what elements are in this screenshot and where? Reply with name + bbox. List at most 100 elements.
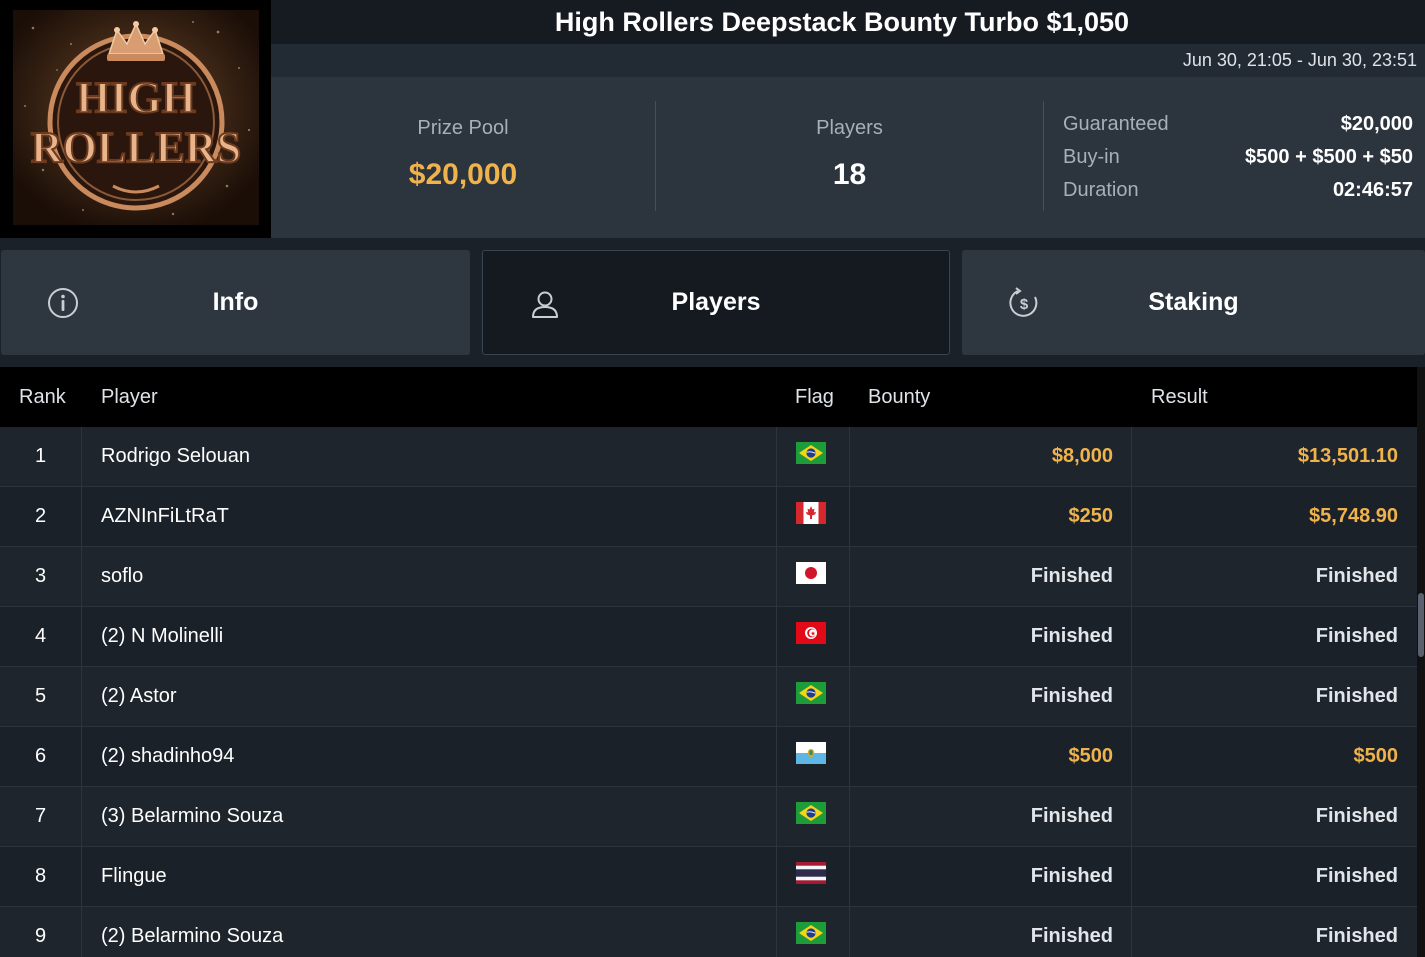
prize-pool-value: $20,000 [408, 158, 518, 191]
flag-cell [776, 487, 850, 547]
tab-players[interactable]: Players [482, 250, 950, 355]
tab-info[interactable]: Info [1, 250, 470, 355]
logo-artwork: HIGH ROLLERS [13, 10, 259, 225]
prize-pool-label: Prize Pool [417, 117, 509, 139]
player-name[interactable]: (2) Astor [101, 667, 177, 727]
player-name[interactable]: Flingue [101, 847, 167, 907]
bounty-cell: $8,000 [850, 427, 1132, 487]
table-row[interactable]: 9 (2) Belarmino Souza Finished Finished [0, 907, 1417, 957]
bounty-cell: Finished [850, 787, 1132, 847]
date-bar: Jun 30, 21:05 - Jun 30, 23:51 [271, 44, 1425, 77]
tab-info-label: Info [212, 288, 259, 316]
flag-cell [776, 547, 850, 607]
result-cell: Finished [1315, 565, 1398, 587]
rank-cell: 1 [0, 427, 82, 487]
flag-cell [776, 727, 850, 787]
thailand-flag [796, 862, 826, 884]
bounty-cell: Finished [850, 667, 1132, 727]
table-row[interactable]: 5 (2) Astor Finished Finished [0, 667, 1417, 727]
table-row[interactable]: 3 soflo Finished Finished [0, 547, 1417, 607]
rank-cell: 5 [0, 667, 82, 727]
player-name[interactable]: (2) shadinho94 [101, 727, 234, 787]
players-stat: Players 18 [656, 101, 1044, 211]
table-row[interactable]: 2 AZNInFiLtRaT $250 $5,748.90 [0, 487, 1417, 547]
flag-cell [776, 667, 850, 727]
table-row[interactable]: 1 Rodrigo Selouan $8,000 $13,501.10 [0, 427, 1417, 487]
tournament-title: High Rollers Deepstack Bounty Turbo $1,0… [554, 6, 1130, 37]
brazil-flag [796, 442, 826, 464]
flag-cell [776, 427, 850, 487]
player-name[interactable]: Rodrigo Selouan [101, 427, 250, 487]
bounty-cell: $250 [850, 487, 1132, 547]
bounty-cell: $500 [850, 727, 1132, 787]
brazil-flag [796, 682, 826, 704]
duration-value: 02:46:57 [1332, 179, 1413, 201]
result-cell: $500 [1353, 745, 1399, 767]
prize-pool-stat: Prize Pool $20,000 [271, 101, 656, 211]
table-row[interactable]: 8 Flingue Finished Finished [0, 847, 1417, 907]
bounty-cell: Finished [850, 607, 1132, 667]
bounty-cell: Finished [850, 847, 1132, 907]
table-row[interactable]: 4 (2) N Molinelli Finished Finished [0, 607, 1417, 667]
rank-cell: 6 [0, 727, 82, 787]
san-marino-flag [796, 742, 826, 764]
tab-players-label: Players [671, 288, 761, 316]
players-label: Players [816, 117, 883, 139]
result-cell: Finished [1315, 685, 1398, 707]
tournament-stats: Prize Pool $20,000 Players 18 Guaranteed… [271, 77, 1425, 238]
tab-staking-label: Staking [1148, 288, 1239, 316]
player-name[interactable]: AZNInFiLtRaT [101, 487, 229, 547]
japan-flag [796, 562, 826, 584]
table-header: Rank Player Flag Bounty Result [0, 367, 1417, 427]
table-row[interactable]: 7 (3) Belarmino Souza Finished Finished [0, 787, 1417, 847]
canada-flag [796, 502, 826, 524]
table-scrollbar[interactable] [1417, 367, 1425, 957]
result-cell: Finished [1315, 865, 1398, 887]
buy-in-value: $500 + $500 + $50 [1245, 146, 1413, 168]
tunisia-flag [796, 622, 826, 644]
player-name[interactable]: (2) Belarmino Souza [101, 907, 283, 957]
rank-cell: 8 [0, 847, 82, 907]
bounty-cell: Finished [850, 907, 1132, 957]
tournament-date-range: Jun 30, 21:05 - Jun 30, 23:51 [1182, 50, 1417, 70]
duration-label: Duration [1063, 179, 1139, 201]
rank-cell: 4 [0, 607, 82, 667]
title-bar: High Rollers Deepstack Bounty Turbo $1,0… [271, 0, 1425, 44]
brazil-flag [796, 802, 826, 824]
result-cell: $13,501.10 [1297, 445, 1398, 467]
table-body: 1 Rodrigo Selouan $8,000 $13,501.10 2 AZNInFi… [0, 427, 1417, 957]
table-row[interactable]: 6 (2) shadinho94 $500 $500 [0, 727, 1417, 787]
flag-cell [776, 787, 850, 847]
player-name[interactable]: (3) Belarmino Souza [101, 787, 283, 847]
buy-in-label: Buy-in [1063, 146, 1120, 168]
flag-cell [776, 607, 850, 667]
result-cell: $5,748.90 [1309, 505, 1398, 527]
header-flag[interactable]: Flag [795, 367, 834, 427]
guaranteed-label: Guaranteed [1063, 113, 1169, 135]
flag-cell [776, 847, 850, 907]
scrollbar-thumb[interactable] [1418, 593, 1424, 657]
guaranteed-row: Guaranteed $20,000 [1063, 111, 1413, 144]
buy-in-row: Buy-in $500 + $500 + $50 [1063, 144, 1413, 177]
result-cell: Finished [1315, 925, 1398, 947]
tab-staking[interactable]: $ Staking [962, 250, 1425, 355]
tournament-details: Guaranteed $20,000 Buy-in $500 + $500 + … [1063, 111, 1413, 210]
bounty-cell: Finished [850, 547, 1132, 607]
players-count: 18 [832, 158, 867, 191]
players-table: Rank Player Flag Bounty Result 1 Rodrigo … [0, 367, 1417, 957]
logo-text-high: HIGH [76, 73, 196, 122]
player-name[interactable]: soflo [101, 547, 143, 607]
header-bounty[interactable]: Bounty [868, 367, 930, 427]
brazil-flag [796, 922, 826, 944]
tournament-logo: HIGH ROLLERS [0, 0, 271, 238]
header-player[interactable]: Player [101, 367, 158, 427]
duration-row: Duration 02:46:57 [1063, 177, 1413, 210]
result-cell: Finished [1315, 625, 1398, 647]
flag-cell [776, 907, 850, 957]
result-cell: Finished [1315, 805, 1398, 827]
rank-cell: 7 [0, 787, 82, 847]
header-rank[interactable]: Rank [19, 367, 66, 427]
header-result[interactable]: Result [1151, 367, 1208, 427]
rank-cell: 9 [0, 907, 82, 957]
player-name[interactable]: (2) N Molinelli [101, 607, 223, 667]
